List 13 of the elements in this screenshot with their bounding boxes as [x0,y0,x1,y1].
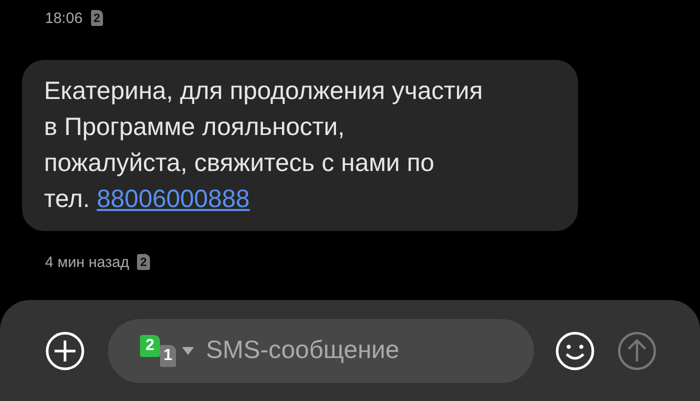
sim-badge: 2 [90,10,104,26]
placeholder-text: SMS-сообщение [206,336,400,365]
sim-selector[interactable]: 2 [140,334,160,356]
caret-icon[interactable] [182,346,194,354]
add-icon[interactable] [44,330,86,372]
phone-link[interactable]: 88006000888 [96,185,250,213]
message-input[interactable]: 2 1 SMS-сообщение [108,318,534,382]
sim-badge: 2 [137,254,150,270]
message-age: 4 мин назад [45,254,130,270]
message-text: Екатерина, для продолжения участия в Программе лояльности, пожалуйста, свяжитесь с нами по тел. 88006000888 [44,76,484,215]
emoji-icon[interactable] [554,330,596,372]
message-time: 18:06 [45,10,83,26]
sim-selector[interactable]: 1 [160,344,176,366]
